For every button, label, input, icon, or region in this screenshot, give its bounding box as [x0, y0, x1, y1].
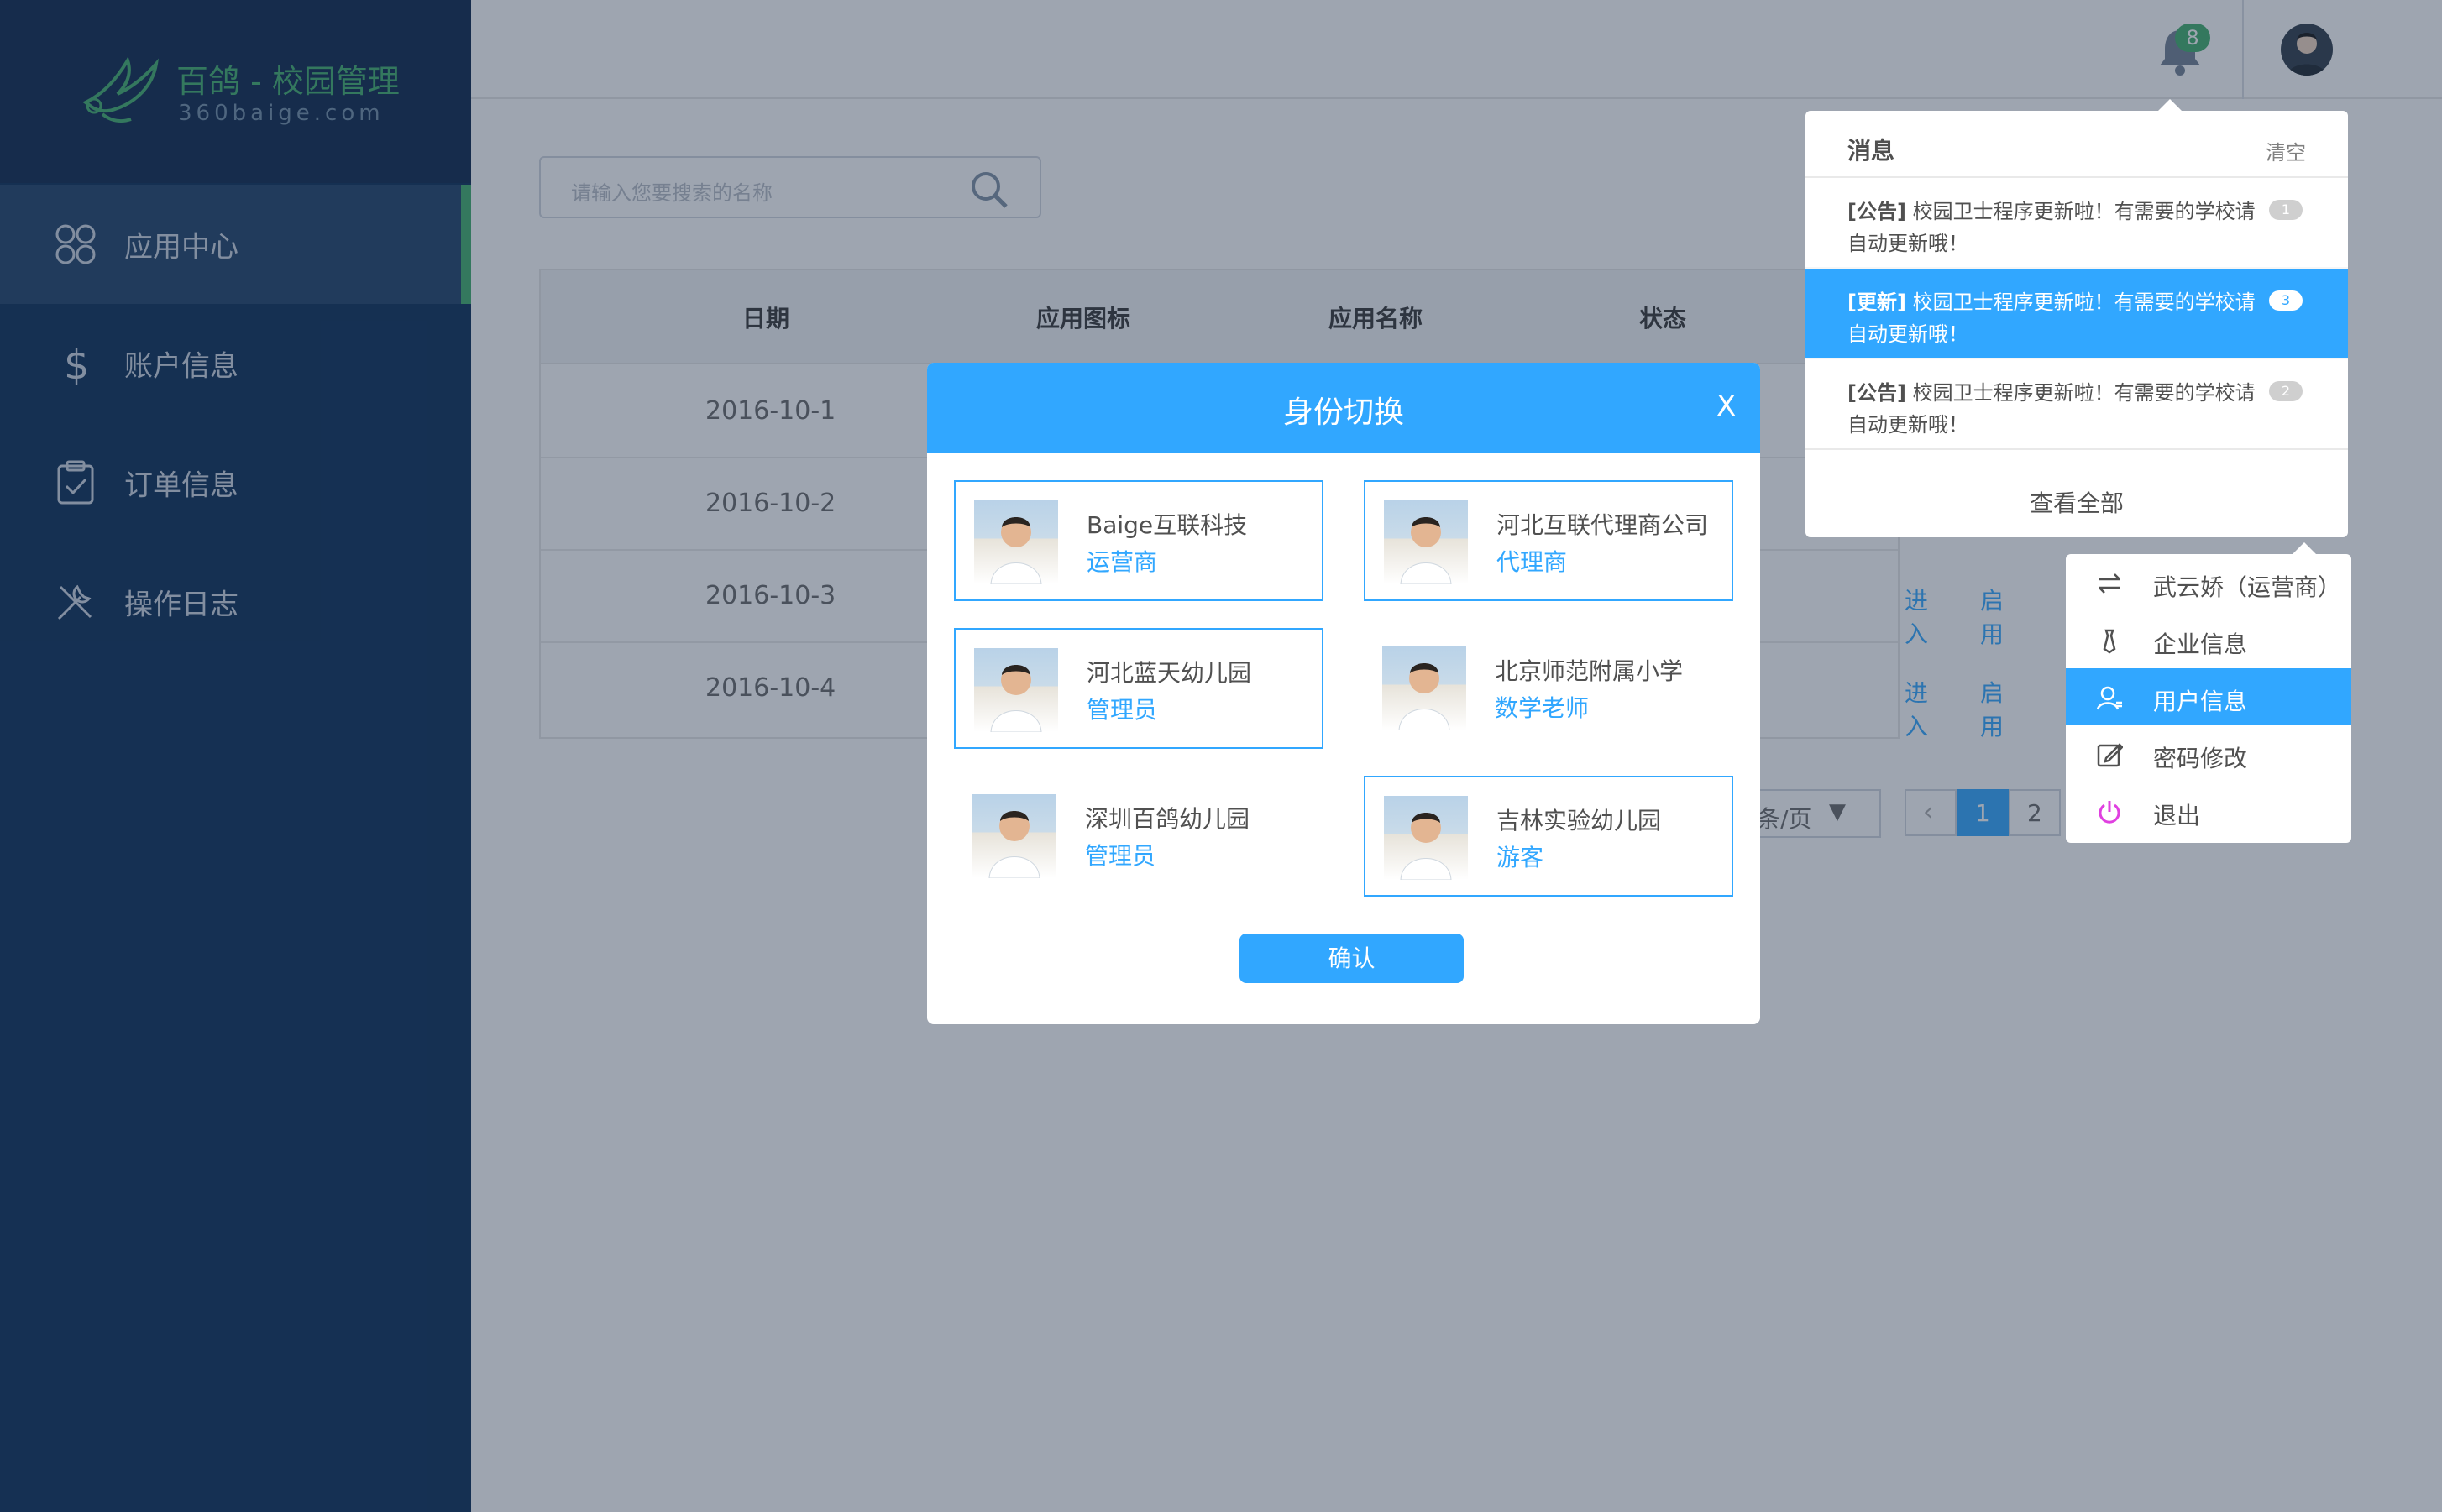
identity-card[interactable]: 深圳百鸽幼儿园 管理员: [954, 776, 1323, 897]
notification-message: 校园卫士程序更新啦！有需要的学校请: [1912, 200, 2256, 223]
identity-name: 河北互联代理商公司: [1496, 511, 1709, 539]
menu-item-label: 退出: [2153, 802, 2201, 829]
identity-role: 代理商: [1496, 548, 1568, 576]
identity-card[interactable]: 河北蓝天幼儿园 管理员: [954, 628, 1323, 749]
notification-text: [公告] 校园卫士程序更新啦！有需要的学校请: [1847, 195, 2256, 224]
logout-item[interactable]: 退出: [2066, 782, 2351, 840]
notification-text-2: 自动更新哦！: [1847, 322, 1968, 346]
notification-item[interactable]: [公告] 校园卫士程序更新啦！有需要的学校请 自动更新哦！ 2: [1805, 359, 2348, 450]
identity-role: 管理员: [1087, 696, 1158, 724]
notification-title: 消息: [1847, 137, 1895, 165]
notification-text: [公告] 校园卫士程序更新啦！有需要的学校请: [1847, 376, 2256, 405]
identity-avatar: [974, 500, 1058, 584]
identity-avatar: [1384, 796, 1468, 880]
notification-text-2: 自动更新哦！: [1847, 232, 1968, 255]
identity-role: 游客: [1496, 844, 1544, 871]
identity-name: 河北蓝天幼儿园: [1087, 659, 1252, 687]
notification-header: 消息 清空: [1805, 111, 2348, 178]
change-password-item[interactable]: 密码修改: [2066, 725, 2351, 782]
identity-card[interactable]: Baige互联科技 运营商: [954, 480, 1323, 601]
child-photo-icon: [988, 811, 1040, 878]
notification-tag: [公告]: [1847, 381, 1906, 405]
child-photo-icon: [990, 665, 1042, 732]
modal-title: 身份切换: [1282, 395, 1404, 430]
child-photo-icon: [1400, 813, 1452, 880]
identity-switch-modal: 身份切换 X Baige互联科技 运营商 河北互联代理商公司 代理商 河北蓝天幼…: [927, 363, 1760, 1024]
identity-avatar: [972, 794, 1056, 878]
menu-item-label: 密码修改: [2153, 745, 2248, 772]
user-menu-arrow: [2293, 542, 2316, 554]
identity-role: 数学老师: [1495, 694, 1590, 722]
identity-name: 吉林实验幼儿园: [1496, 807, 1662, 834]
menu-item-label: 企业信息: [2153, 630, 2248, 658]
identity-name: 深圳百鸽幼儿园: [1085, 805, 1250, 833]
close-icon[interactable]: X: [1716, 390, 1736, 423]
identity-card[interactable]: 河北互联代理商公司 代理商: [1364, 480, 1733, 601]
notification-count: 3: [2269, 290, 2303, 311]
notification-item[interactable]: [更新] 校园卫士程序更新啦！有需要的学校请 自动更新哦！ 3: [1805, 269, 2348, 359]
modal-header: 身份切换 X: [927, 363, 1760, 453]
edit-icon: [2097, 743, 2123, 767]
identity-avatar: [1382, 646, 1466, 730]
user-icon: [2096, 686, 2122, 710]
switch-icon: [2099, 573, 2120, 594]
menu-item-label: 武云娇（运营商）: [2153, 573, 2342, 601]
notification-text-2: 自动更新哦！: [1847, 413, 1968, 437]
user-info-item[interactable]: 用户信息: [2066, 668, 2351, 725]
identity-avatar: [974, 648, 1058, 732]
notification-message: 校园卫士程序更新啦！有需要的学校请: [1912, 290, 2256, 314]
tie-icon: [2103, 629, 2116, 654]
child-photo-icon: [1400, 517, 1452, 584]
notification-text: [更新] 校园卫士程序更新啦！有需要的学校请: [1847, 285, 2256, 315]
confirm-button[interactable]: 确认: [1239, 934, 1464, 983]
identity-card[interactable]: 北京师范附属小学 数学老师: [1364, 628, 1733, 749]
identity-card[interactable]: 吉林实验幼儿园 游客: [1364, 776, 1733, 897]
identity-name: 北京师范附属小学: [1495, 657, 1684, 685]
identity-name: Baige互联科技: [1087, 511, 1248, 539]
user-menu: 武云娇（运营商） 企业信息 用户信息 密码修改 退出: [2066, 554, 2351, 843]
notification-count: 2: [2269, 381, 2303, 401]
menu-item-label: 用户信息: [2153, 688, 2248, 715]
notification-panel: 消息 清空 [公告] 校园卫士程序更新啦！有需要的学校请 自动更新哦！ 1 [更…: [1805, 111, 2348, 537]
notification-message: 校园卫士程序更新啦！有需要的学校请: [1912, 381, 2256, 405]
child-photo-icon: [1398, 663, 1450, 730]
view-all-button[interactable]: 查看全部: [1805, 470, 2348, 537]
identity-role: 运营商: [1087, 548, 1158, 576]
child-photo-icon: [990, 517, 1042, 584]
identity-avatar: [1384, 500, 1468, 584]
notification-item[interactable]: [公告] 校园卫士程序更新啦！有需要的学校请 自动更新哦！ 1: [1805, 178, 2348, 269]
power-icon: [2099, 801, 2120, 824]
identity-role: 管理员: [1085, 842, 1156, 870]
clear-notifications-button[interactable]: 清空: [2266, 136, 2306, 165]
switch-identity-item[interactable]: 武云娇（运营商）: [2066, 554, 2351, 611]
notification-tag: [更新]: [1847, 290, 1906, 314]
notification-count: 1: [2269, 200, 2303, 220]
notification-tag: [公告]: [1847, 200, 1906, 223]
company-info-item[interactable]: 企业信息: [2066, 611, 2351, 668]
